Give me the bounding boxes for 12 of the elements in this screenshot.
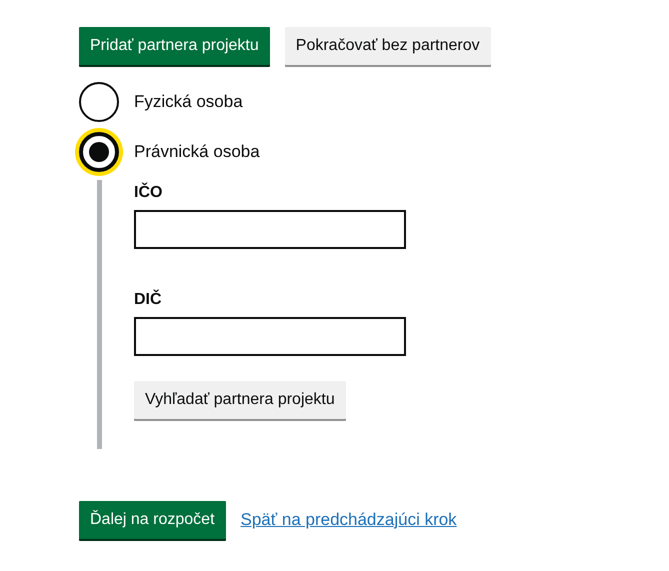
button[interactable]: Pokračovať bez partnerov [284,27,491,65]
search-partner-button[interactable]: Vyhľadať partnera projektu [134,381,346,419]
button[interactable]: Pridať partnera projektu [79,27,270,65]
radio-button[interactable] [79,82,119,122]
radio-label: Právnická osoba [134,142,260,162]
radio-label: Fyzická osoba [134,92,243,112]
input-field[interactable] [134,210,406,249]
input-field[interactable] [134,317,406,356]
back-link[interactable]: Späť na predchádzajúci krok [240,510,457,530]
next-button[interactable]: Ďalej na rozpočet [79,501,226,539]
field-label: IČO [134,184,162,202]
field-label: DIČ [134,291,162,309]
